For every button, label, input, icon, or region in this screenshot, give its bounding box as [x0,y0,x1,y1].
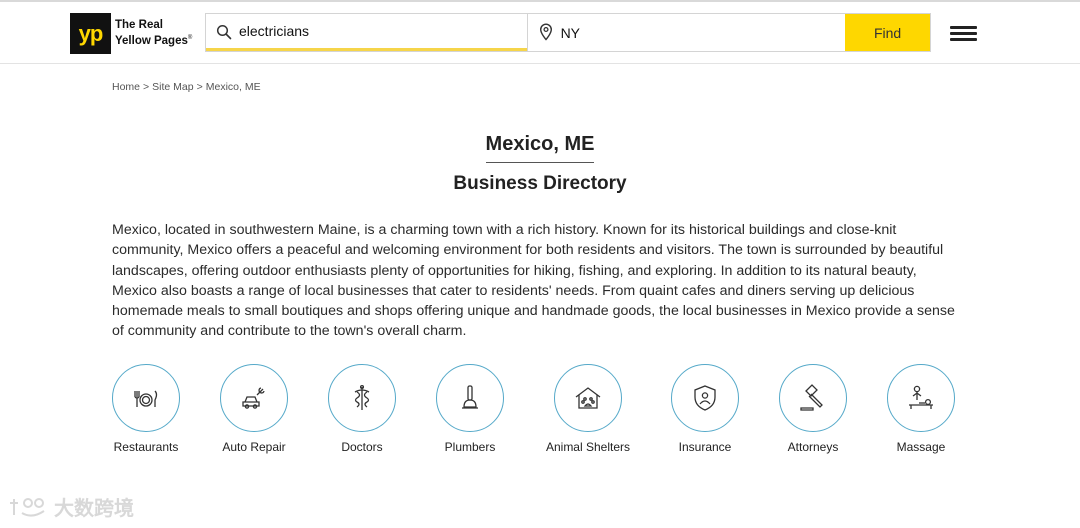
category-icon-circle [554,364,622,432]
plunger-icon [462,385,478,409]
breadcrumb-separator: > [143,81,150,93]
title-wrap: Mexico, ME [0,133,1080,163]
category-icon-circle [112,364,180,432]
category-plumbers[interactable]: Plumbers [410,364,530,454]
yp-logo[interactable]: yp The Real Yellow Pages® [70,13,192,54]
category-list: Restaurants Auto Repair Doctors Plumbers… [0,364,1080,464]
massage-icon [909,385,933,409]
search-bar: Find [205,13,931,52]
category-animal-shelters[interactable]: Animal Shelters [528,364,648,454]
category-icon-circle [671,364,739,432]
category-icon-circle [220,364,288,432]
search-what-field [206,14,527,51]
gavel-icon [800,384,823,411]
watermark: 大数跨境 [8,492,134,521]
category-attorneys[interactable]: Attorneys [753,364,873,454]
insurance-shield-icon [694,385,716,411]
category-auto-repair[interactable]: Auto Repair [194,364,314,454]
breadcrumb: Home > Site Map > Mexico, ME [112,81,261,93]
category-doctors[interactable]: Doctors [302,364,422,454]
doctor-icon [354,384,370,410]
category-label: Insurance [678,440,732,454]
town-description: Mexico, located in southwestern Maine, i… [112,222,955,340]
logo-registered: ® [187,35,193,42]
category-insurance[interactable]: Insurance [645,364,765,454]
logo-wordmark: The Real Yellow Pages® [115,19,192,48]
page-subtitle: Business Directory [453,173,627,194]
restaurant-icon [134,390,158,407]
animal-shelter-icon [575,387,601,409]
watermark-logo-icon [10,497,45,517]
category-label: Animal Shelters [545,440,631,454]
category-label: Auto Repair [222,440,286,454]
category-icon-circle [779,364,847,432]
logo-mark: yp [70,13,111,54]
category-label: Restaurants [113,440,179,454]
breadcrumb-current: Mexico, ME [205,81,261,93]
category-label: Plumbers [444,440,496,454]
location-pin-icon [539,23,552,41]
logo-line-2: Yellow Pages [115,34,188,47]
auto-repair-icon [242,387,265,409]
breadcrumb-site-map[interactable]: Site Map [152,81,193,93]
category-label: Attorneys [787,440,839,454]
category-icon-circle [436,364,504,432]
category-icon-circle [328,364,396,432]
watermark-text: 大数跨境 [54,498,134,520]
category-icon-circle [887,364,955,432]
breadcrumb-home[interactable]: Home [112,81,140,93]
breadcrumb-separator: > [196,81,203,93]
page-title: Mexico, ME [485,133,595,163]
category-label: Massage [896,440,946,454]
category-massage[interactable]: Massage [861,364,981,454]
category-label: Doctors [341,440,383,454]
hamburger-menu-icon[interactable] [950,26,977,42]
site-header: yp The Real Yellow Pages® Find [0,2,1080,64]
search-where-input[interactable] [527,17,846,48]
search-what-input[interactable] [206,16,527,46]
search-where-field [526,14,846,51]
category-restaurants[interactable]: Restaurants [86,364,206,454]
find-button[interactable]: Find [845,14,930,51]
search-icon [216,24,232,40]
logo-line-1: The Real [115,19,163,32]
